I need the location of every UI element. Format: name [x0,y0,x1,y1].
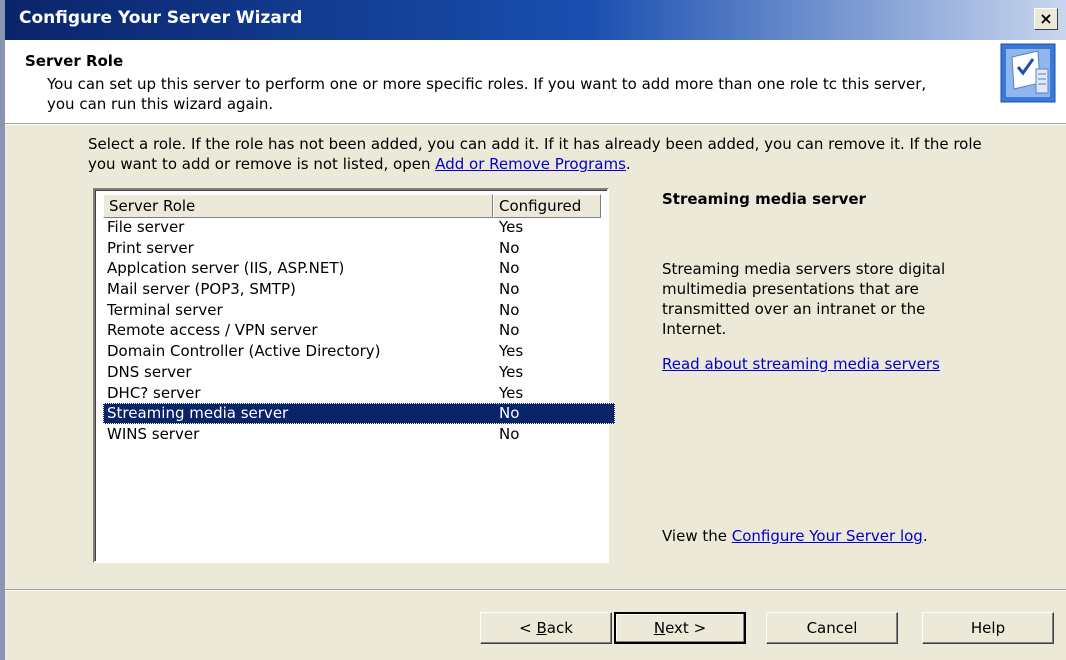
list-item[interactable]: Applcation server (IIS, ASP.NET) No [103,258,615,279]
role-configured: No [499,321,520,340]
role-configured: No [499,424,520,443]
title-bar[interactable]: Configure Your Server Wizard × [5,0,1066,40]
role-name: Streaming media server [107,404,289,423]
log-line: View the Configure Your Server log. [662,527,928,545]
role-configured: No [499,280,520,299]
log-prefix: View the [662,527,732,545]
list-item-selected[interactable]: Streaming media server No [103,403,615,424]
role-name: DNS server [107,362,192,381]
role-name: Remote access / VPN server [107,321,318,340]
list-item[interactable]: Print server No [103,238,615,259]
list-header: Server Role Configured [103,194,601,218]
page-title: Server Role [25,52,124,70]
role-description-text: Streaming media servers store digital mu… [662,260,946,338]
back-button-prefix: < [519,619,537,637]
role-name: Mail server (POP3, SMTP) [107,280,296,299]
read-about-streaming-link[interactable]: Read about streaming media servers [662,355,940,373]
column-header-server-role[interactable]: Server Role [103,194,493,218]
wizard-window: Configure Your Server Wizard × Server Ro… [0,0,1066,660]
next-button-accel: N [653,619,666,637]
help-button[interactable]: Help [922,612,1054,644]
role-name: Print server [107,238,194,257]
role-name: Terminal server [107,300,223,319]
list-item[interactable]: File server Yes [103,217,615,238]
server-roles-list[interactable]: Server Role Configured File server Yes Pr… [93,188,615,563]
role-name: DHC? server [107,383,201,402]
back-button[interactable]: < Back [480,612,612,644]
role-configured: Yes [499,342,524,361]
add-remove-programs-link[interactable]: Add or Remove Programs [435,155,626,173]
column-header-configured[interactable]: Configured [493,194,601,218]
role-name: WINS server [107,424,200,443]
role-configured: No [499,300,520,319]
list-item[interactable]: Remote access / VPN server No [103,320,615,341]
role-configured: Yes [499,383,524,402]
role-name: Domain Controller (Active Directory) [107,342,381,361]
role-configured: Yes [499,218,524,236]
wizard-header: Server Role You can set up this server t… [5,40,1066,124]
list-item[interactable]: Mail server (POP3, SMTP) No [103,279,615,300]
window-title: Configure Your Server Wizard [19,8,303,28]
close-button[interactable]: × [1034,8,1058,30]
close-icon: × [1039,9,1053,28]
list-item[interactable]: DHC? server Yes [103,383,615,404]
list-rows: File server Yes Print server No Applcation… [103,217,615,445]
page-subtitle: You can set up this server to perform on… [47,75,927,113]
back-button-accel: B [536,619,547,637]
list-item[interactable]: Terminal server No [103,300,615,321]
log-suffix: . [922,527,928,545]
instructions: Select a role. If the role has not been … [88,134,998,174]
footer-divider-highlight [5,590,1066,591]
configure-server-log-link[interactable]: Configure Your Server log [732,527,923,545]
role-configured: No [499,259,520,278]
role-configured: No [499,404,520,423]
next-button[interactable]: Next > [614,612,746,644]
role-configured: Yes [499,362,524,381]
back-button-rest: ack [546,619,573,637]
role-configured: No [499,238,520,257]
list-item[interactable]: WINS server No [103,424,615,445]
role-name: File server [107,218,185,236]
server-checklist-icon [1000,43,1056,103]
header-divider [5,124,1066,125]
next-button-rest: ext > [665,619,707,637]
cancel-button[interactable]: Cancel [766,612,898,644]
list-item[interactable]: Domain Controller (Active Directory) Yes [103,341,615,362]
role-name: Applcation server (IIS, ASP.NET) [107,259,345,278]
list-item[interactable]: DNS server Yes [103,362,615,383]
role-description-title: Streaming media server [662,190,866,208]
instructions-end: . [625,155,631,173]
